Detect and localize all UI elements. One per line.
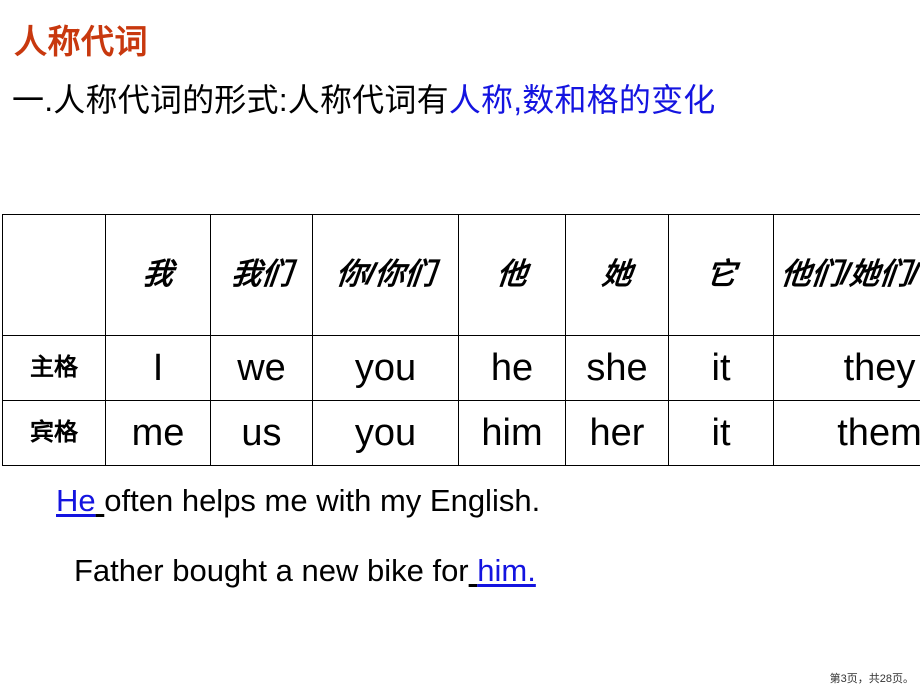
cell-objective-me: me: [105, 400, 211, 466]
header-cell-ta-female: 她: [565, 214, 669, 336]
cell-objective-her: her: [565, 400, 669, 466]
page-title: 人称代词: [14, 23, 148, 60]
slide-canvas: 人称代词 一.人称代词的形式:人称代词有人称,数和格的变化 我 我们 你/你们 …: [0, 0, 920, 690]
subtitle-lead-text: 一.人称代词的形式:人称代词有: [12, 82, 449, 118]
header-cell-ta-neuter: 它: [668, 214, 774, 336]
cell-subjective-he: he: [458, 335, 566, 401]
header-label: 你/你们: [334, 257, 437, 291]
header-label: 我: [141, 257, 175, 291]
page-footer: 第3页，共28页。: [829, 673, 914, 685]
header-cell-wo: 我: [105, 214, 211, 336]
header-cell-ni-nimen: 你/你们: [312, 214, 459, 336]
example-2-gap: [469, 553, 478, 588]
header-label: 它: [704, 257, 738, 291]
cell-subjective-i: I: [105, 335, 211, 401]
example-2-highlight: him.: [477, 553, 536, 588]
example-2-prefix: Father bought a new bike for: [74, 553, 469, 588]
header-label: 他们/她们/它们: [779, 257, 920, 291]
cell-subjective-it: it: [668, 335, 774, 401]
table-row: 主格 I we you he she it they: [2, 335, 920, 401]
header-label: 她: [600, 257, 634, 291]
cell-subjective-she: she: [565, 335, 669, 401]
row-label-subjective: 主格: [2, 335, 106, 401]
cell-objective-you: you: [312, 400, 459, 466]
cell-objective-them: them: [773, 400, 920, 466]
row-label-objective: 宾格: [2, 400, 106, 466]
subtitle-paragraph: 一.人称代词的形式:人称代词有人称,数和格的变化: [12, 80, 908, 121]
header-cell-tamen: 他们/她们/它们: [773, 214, 920, 336]
example-1-gap: [96, 483, 105, 518]
example-1-highlight: He: [56, 483, 96, 518]
header-cell-corner: [2, 214, 106, 336]
header-label: 我们: [229, 257, 294, 291]
example-1-rest: often helps me with my English.: [104, 483, 541, 518]
cell-subjective-they: they: [773, 335, 920, 401]
cell-objective-it: it: [668, 400, 774, 466]
header-label: 他: [495, 257, 529, 291]
header-cell-women: 我们: [210, 214, 313, 336]
cell-objective-him: him: [458, 400, 566, 466]
cell-subjective-we: we: [210, 335, 313, 401]
table-row: 宾格 me us you him her it them: [2, 400, 920, 466]
example-sentence-2: Father bought a new bike for him.: [74, 553, 536, 588]
example-sentence-1: He often helps me with my English.: [56, 483, 541, 518]
cell-subjective-you: you: [312, 335, 459, 401]
header-cell-ta-male: 他: [458, 214, 566, 336]
pronoun-table: 我 我们 你/你们 他 她 它 他们/她们/它们 主格 I we you he …: [2, 214, 920, 466]
table-header-row: 我 我们 你/你们 他 她 它 他们/她们/它们: [2, 214, 920, 336]
subtitle-highlight-text: 人称,数和格的变化: [448, 82, 716, 118]
cell-objective-us: us: [210, 400, 313, 466]
